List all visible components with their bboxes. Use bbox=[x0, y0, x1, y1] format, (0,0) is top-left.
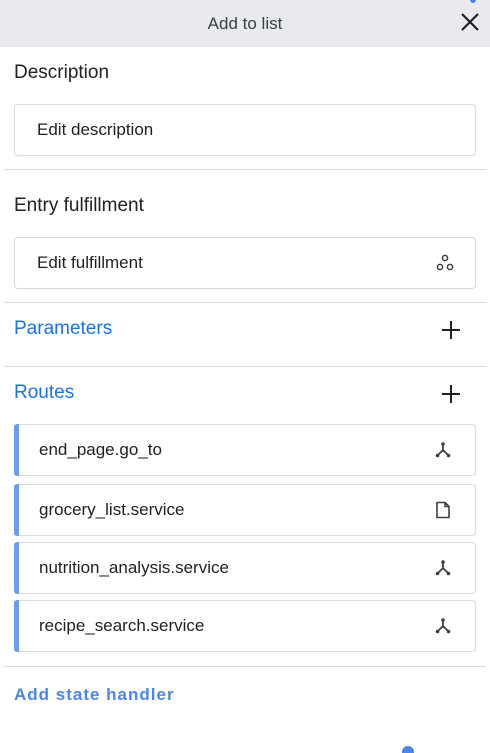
route-item[interactable]: recipe_search.service bbox=[14, 600, 476, 652]
add-state-handler-button[interactable]: Add state handler bbox=[14, 685, 175, 705]
route-accent-bar bbox=[14, 424, 19, 476]
plus-icon bbox=[442, 385, 460, 403]
close-button[interactable] bbox=[458, 10, 482, 34]
divider bbox=[4, 366, 486, 367]
route-accent-bar bbox=[14, 600, 19, 652]
route-label: nutrition_analysis.service bbox=[39, 558, 229, 577]
route-accent-bar bbox=[14, 484, 19, 536]
description-label: Description bbox=[14, 62, 110, 83]
entry-fulfillment-label: Entry fulfillment bbox=[14, 195, 144, 216]
route-item[interactable]: grocery_list.service bbox=[14, 484, 476, 536]
routes-label[interactable]: Routes bbox=[14, 382, 74, 404]
add-parameter-button[interactable] bbox=[440, 319, 462, 341]
dialog-header: Add to list bbox=[0, 0, 490, 47]
divider bbox=[4, 302, 486, 303]
fulfillment-field[interactable]: Edit fulfillment bbox=[14, 237, 476, 289]
divider bbox=[4, 666, 486, 667]
add-route-button[interactable] bbox=[440, 383, 462, 405]
description-field-text: Edit description bbox=[37, 120, 154, 139]
fulfillment-field-text: Edit fulfillment bbox=[37, 253, 143, 272]
plus-icon bbox=[442, 321, 460, 339]
fork-icon bbox=[433, 616, 453, 636]
close-icon bbox=[461, 13, 479, 31]
description-field[interactable]: Edit description bbox=[14, 104, 476, 156]
scroll-indicator-dot bbox=[402, 746, 414, 753]
route-item[interactable]: end_page.go_to bbox=[14, 424, 476, 476]
fulfillment-icon bbox=[435, 253, 455, 273]
divider bbox=[4, 169, 486, 170]
document-icon bbox=[433, 500, 453, 520]
route-label: end_page.go_to bbox=[39, 440, 162, 459]
route-item[interactable]: nutrition_analysis.service bbox=[14, 542, 476, 594]
header-indicator-dot bbox=[470, 0, 476, 3]
fork-icon bbox=[433, 440, 453, 460]
fork-icon bbox=[433, 558, 453, 578]
route-label: grocery_list.service bbox=[39, 500, 185, 519]
dialog-title: Add to list bbox=[207, 13, 283, 33]
route-label: recipe_search.service bbox=[39, 616, 205, 635]
parameters-label[interactable]: Parameters bbox=[14, 318, 112, 340]
route-accent-bar bbox=[14, 542, 19, 594]
